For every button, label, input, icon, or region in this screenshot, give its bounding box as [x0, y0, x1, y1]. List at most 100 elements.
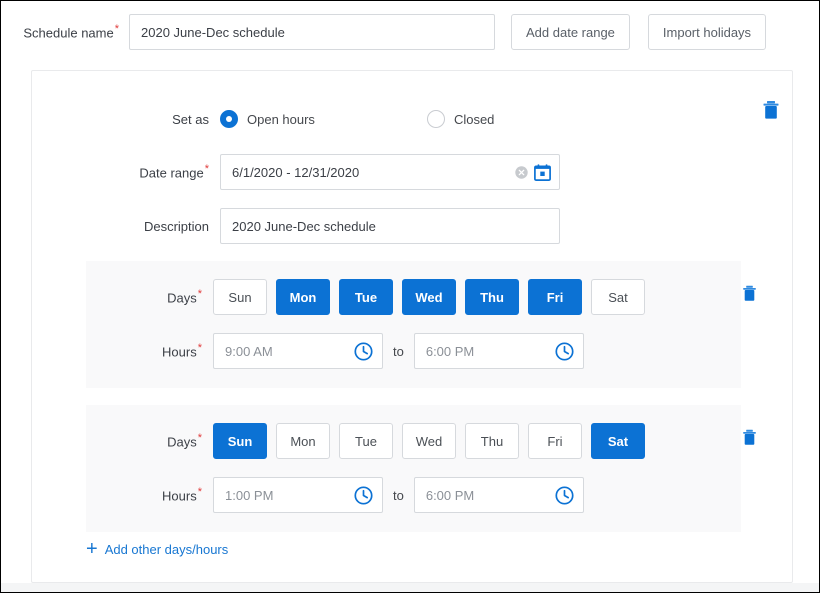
- delete-days-hours-button[interactable]: [742, 285, 757, 307]
- clock-glyph: [555, 341, 574, 361]
- calendar-glyph: [534, 163, 551, 181]
- clock-icon[interactable]: [354, 341, 373, 361]
- day-toggle-wed[interactable]: Wed: [402, 279, 456, 315]
- days-hours-block: Days* Sun Mon Tue Wed Thu Fri Sat Hours*…: [86, 261, 756, 388]
- days-row: Days* Sun Mon Tue Wed Thu Fri Sat: [86, 279, 654, 315]
- hours-label-text: Hours: [162, 344, 197, 360]
- radio-open-hours-label: Open hours: [247, 111, 315, 127]
- date-range-card: Set as Open hours Closed Date range* 6/1…: [31, 70, 793, 583]
- days-label: Days*: [86, 287, 213, 306]
- day-label: Tue: [354, 289, 378, 305]
- date-range-row: Date range* 6/1/2020 - 12/31/2020: [62, 153, 662, 191]
- schedule-name-input[interactable]: 2020 June-Dec schedule: [129, 14, 495, 50]
- required-asterisk: *: [204, 162, 209, 175]
- day-label: Tue: [355, 433, 377, 449]
- schedule-name-label-text: Schedule name: [23, 25, 114, 41]
- add-date-range-label: Add date range: [526, 24, 615, 40]
- day-toggle-sat[interactable]: Sat: [591, 423, 645, 459]
- description-label-text: Description: [143, 218, 209, 234]
- clock-icon[interactable]: [555, 485, 574, 505]
- day-label: Mon: [289, 289, 317, 305]
- day-toggle-wed[interactable]: Wed: [402, 423, 456, 459]
- day-label: Sun: [227, 433, 253, 449]
- schedule-name-value: 2020 June-Dec schedule: [141, 24, 285, 40]
- trash-icon: [763, 101, 779, 119]
- days-hours-block: Days* Sun Mon Tue Wed Thu Fri Sat Hours*…: [86, 405, 756, 532]
- radio-closed[interactable]: Closed: [426, 110, 495, 128]
- clear-circle-icon[interactable]: [515, 165, 528, 179]
- days-label: Days*: [86, 431, 213, 450]
- clock-icon[interactable]: [354, 485, 373, 505]
- day-toggle-mon[interactable]: Mon: [276, 423, 330, 459]
- clock-glyph: [354, 341, 373, 361]
- end-time-input[interactable]: 6:00 PM: [413, 333, 584, 369]
- day-toggle-mon[interactable]: Mon: [276, 279, 330, 315]
- day-label: Mon: [290, 433, 316, 449]
- day-toggle-thu[interactable]: Thu: [465, 279, 519, 315]
- required-asterisk: *: [197, 431, 202, 444]
- date-range-label-text: Date range: [139, 165, 204, 181]
- add-other-days-hours-label: Add other days/hours: [104, 541, 229, 557]
- set-as-label-text: Set as: [172, 111, 209, 127]
- required-asterisk: *: [197, 287, 202, 300]
- day-label: Wed: [415, 289, 443, 305]
- day-toggle-thu[interactable]: Thu: [465, 423, 519, 459]
- schedule-editor-screen: Schedule name* 2020 June-Dec schedule Ad…: [0, 0, 820, 593]
- hours-label: Hours*: [86, 485, 213, 503]
- required-asterisk: *: [197, 341, 202, 354]
- import-holidays-button[interactable]: Import holidays: [647, 14, 767, 50]
- description-input[interactable]: 2020 June-Dec schedule: [220, 208, 560, 244]
- bottom-strip: [1, 583, 819, 592]
- set-as-label: Set as: [62, 112, 220, 127]
- days-label-text: Days: [167, 290, 197, 306]
- clock-glyph: [555, 485, 574, 505]
- start-time-input[interactable]: 9:00 AM: [213, 333, 383, 369]
- required-asterisk: *: [114, 22, 119, 35]
- day-label: Thu: [480, 433, 504, 449]
- delete-date-range-button[interactable]: [762, 100, 780, 125]
- day-toggle-sat[interactable]: Sat: [591, 279, 645, 315]
- description-value: 2020 June-Dec schedule: [232, 218, 376, 234]
- start-time-input[interactable]: 1:00 PM: [213, 477, 383, 513]
- day-toggle-tue[interactable]: Tue: [339, 279, 393, 315]
- calendar-icon[interactable]: [534, 163, 551, 181]
- day-toggle-sun[interactable]: Sun: [213, 423, 267, 459]
- start-time-value: 9:00 AM: [225, 343, 273, 359]
- day-toggle-fri[interactable]: Fri: [528, 423, 582, 459]
- description-label: Description: [62, 219, 220, 234]
- description-row: Description 2020 June-Dec schedule: [62, 207, 662, 245]
- end-time-input[interactable]: 6:00 PM: [413, 477, 584, 513]
- day-toggle-sun[interactable]: Sun: [213, 279, 267, 315]
- schedule-name-label: Schedule name*: [1, 22, 129, 41]
- to-label: to: [393, 487, 404, 503]
- end-time-value: 6:00 PM: [425, 343, 475, 359]
- add-other-days-hours-link[interactable]: + Add other days/hours: [86, 539, 228, 559]
- day-label: Fri: [546, 289, 564, 305]
- day-toggle-tue[interactable]: Tue: [339, 423, 393, 459]
- day-label: Fri: [547, 433, 563, 449]
- hours-row: Hours* 9:00 AM to 6:00 PM: [86, 333, 584, 369]
- date-range-value: 6/1/2020 - 12/31/2020: [232, 164, 360, 180]
- day-label: Sat: [608, 289, 628, 305]
- to-label: to: [393, 343, 404, 359]
- set-as-row: Set as Open hours Closed: [62, 106, 622, 132]
- clear-circle-glyph: [515, 165, 528, 179]
- date-range-input[interactable]: 6/1/2020 - 12/31/2020: [220, 154, 560, 190]
- day-toggle-fri[interactable]: Fri: [528, 279, 582, 315]
- hours-label: Hours*: [86, 341, 213, 360]
- required-asterisk: *: [197, 485, 202, 498]
- delete-days-hours-button[interactable]: [742, 429, 757, 451]
- import-holidays-label: Import holidays: [662, 24, 752, 40]
- trash-icon: [743, 285, 756, 301]
- day-label: Wed: [415, 433, 443, 449]
- end-time-value: 6:00 PM: [425, 487, 475, 503]
- top-toolbar: Schedule name* 2020 June-Dec schedule Ad…: [1, 1, 819, 63]
- radio-unselected-icon: [426, 110, 445, 128]
- radio-open-hours[interactable]: Open hours: [220, 110, 315, 128]
- add-date-range-button[interactable]: Add date range: [511, 14, 630, 50]
- hours-row: Hours* 1:00 PM to 6:00 PM: [86, 477, 584, 513]
- days-label-text: Days: [167, 434, 197, 450]
- plus-icon: +: [86, 538, 98, 560]
- radio-closed-label: Closed: [453, 111, 495, 127]
- clock-icon[interactable]: [555, 341, 574, 361]
